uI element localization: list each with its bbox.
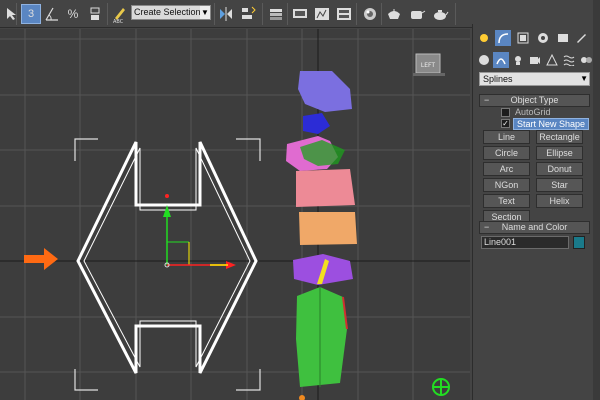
systems-icon[interactable]: [578, 52, 594, 68]
object-name-field[interactable]: Line001: [481, 236, 569, 249]
percent-label: %: [67, 7, 79, 21]
viewport-canvas: LEFT: [0, 29, 470, 400]
edit-named-selection-icon[interactable]: ABC: [110, 4, 130, 24]
circle-button[interactable]: Circle: [483, 146, 530, 160]
text-button[interactable]: Text: [483, 194, 530, 208]
purple-object-top: [298, 71, 352, 112]
mirror-icon[interactable]: [216, 4, 236, 24]
lights-icon[interactable]: [510, 52, 526, 68]
motion-tab-icon[interactable]: [535, 30, 551, 46]
start-new-shape-checkbox[interactable]: ✓: [501, 119, 510, 128]
named-selection-set-dropdown[interactable]: Create Selection Se ▼: [131, 5, 211, 20]
utilities-tab-icon[interactable]: [573, 30, 589, 46]
line-button[interactable]: Line: [483, 130, 530, 144]
geometry-icon[interactable]: [476, 52, 492, 68]
object-type-rollout-header[interactable]: − Object Type: [479, 94, 590, 107]
toolbar-separator: [107, 3, 108, 25]
viewcube: LEFT: [413, 53, 445, 76]
rendered-frame-icon[interactable]: [384, 4, 404, 24]
angle-snap-icon[interactable]: [42, 4, 62, 24]
snap-label: 3: [27, 8, 35, 20]
helix-button[interactable]: Helix: [536, 194, 583, 208]
toolbar-separator: [455, 3, 456, 25]
green-object: [296, 287, 347, 387]
align-icon[interactable]: [238, 4, 258, 24]
orange-point: [299, 395, 305, 400]
autogrid-label: AutoGrid: [515, 107, 551, 117]
name-and-color-title: Name and Color: [501, 222, 568, 232]
toolbar-separator: [262, 3, 263, 25]
object-color-swatch[interactable]: [573, 236, 585, 249]
ellipse-button[interactable]: Ellipse: [536, 146, 583, 160]
toolbar-separator: [356, 3, 357, 25]
toolbar-separator: [381, 3, 382, 25]
teapot-icon[interactable]: [430, 4, 450, 24]
create-tab-icon[interactable]: [476, 30, 492, 46]
select-object-icon[interactable]: [2, 4, 22, 24]
material-editor-icon[interactable]: [334, 4, 354, 24]
chevron-down-icon: ▼: [200, 6, 210, 19]
hierarchy-tab-icon[interactable]: [515, 30, 531, 46]
pink-object-b: [296, 169, 355, 207]
nav-crosshair-icon: [432, 378, 450, 396]
blue-object: [303, 113, 330, 134]
curve-editor-icon[interactable]: [290, 4, 310, 24]
orange-object: [299, 212, 357, 245]
helpers-icon[interactable]: [544, 52, 560, 68]
viewcube-label: LEFT: [421, 62, 435, 69]
object-type-title: Object Type: [510, 95, 559, 105]
left-viewport[interactable]: LEFT: [0, 29, 470, 400]
start-new-shape-label: Start New Shape: [513, 118, 590, 130]
snap-3d-icon[interactable]: 3: [21, 4, 41, 24]
category-dropdown-value: Splines: [483, 74, 513, 84]
toolbar-separator: [16, 3, 17, 25]
collapse-icon: −: [484, 95, 490, 105]
category-dropdown[interactable]: Splines ▼: [479, 72, 590, 86]
donut-button[interactable]: Donut: [536, 162, 583, 176]
arc-button[interactable]: Arc: [483, 162, 530, 176]
command-panel: Splines ▼ − Object Type AutoGrid ✓ Start…: [472, 24, 600, 400]
display-tab-icon[interactable]: [555, 30, 571, 46]
right-edge-strip: [593, 0, 600, 400]
modify-tab-icon[interactable]: [495, 30, 511, 46]
render-icon[interactable]: [407, 4, 427, 24]
scene-objects: [286, 71, 357, 400]
toolbar-separator: [287, 3, 288, 25]
star-button[interactable]: Star: [536, 178, 583, 192]
space-warps-icon[interactable]: [561, 52, 577, 68]
rectangle-button[interactable]: Rectangle: [536, 130, 583, 144]
svg-text:ABC: ABC: [113, 19, 124, 23]
shapes-icon[interactable]: [493, 52, 509, 68]
toolbar-separator: [214, 3, 215, 25]
percent-snap-icon[interactable]: %: [63, 4, 83, 24]
spinner-snap-icon[interactable]: [85, 4, 105, 24]
layer-manager-icon[interactable]: [266, 4, 286, 24]
orange-arrow: [24, 248, 58, 270]
cameras-icon[interactable]: [527, 52, 543, 68]
render-setup-icon[interactable]: [360, 4, 380, 24]
chevron-down-icon: ▼: [580, 74, 588, 83]
ngon-button[interactable]: NGon: [483, 178, 530, 192]
collapse-icon: −: [484, 222, 490, 232]
schematic-view-icon[interactable]: [312, 4, 332, 24]
name-and-color-rollout-header[interactable]: − Name and Color: [479, 221, 590, 234]
autogrid-checkbox[interactable]: [501, 108, 510, 117]
